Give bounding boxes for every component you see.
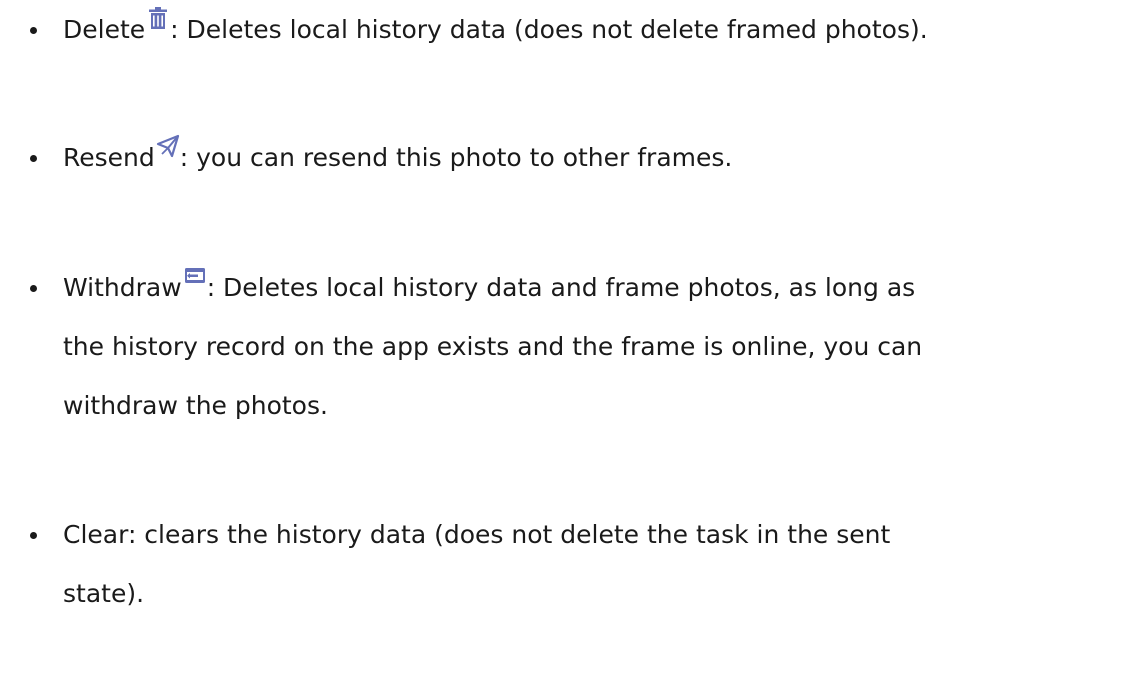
list-item-line: Clear: clears the history data (does not… bbox=[63, 520, 891, 549]
resend-description: : you can resend this photo to other fra… bbox=[179, 143, 733, 172]
bullet-dot bbox=[30, 27, 37, 34]
delete-description: : Deletes local history data (does not d… bbox=[170, 15, 928, 44]
withdraw-icon bbox=[183, 264, 207, 288]
list-item-line: Delete : Deletes local history data (doe… bbox=[63, 7, 928, 45]
trash-icon bbox=[146, 6, 170, 30]
bullet-dot bbox=[30, 532, 37, 539]
list-item-line: withdraw the photos. bbox=[63, 391, 328, 420]
list-item-line: state). bbox=[63, 579, 145, 608]
term-delete: Delete bbox=[63, 15, 146, 44]
list-item-line: Withdraw : Deletes local history data an… bbox=[63, 268, 916, 303]
term-resend: Resend bbox=[63, 143, 155, 172]
withdraw-description-line-1: : Deletes local history data and frame p… bbox=[206, 273, 916, 302]
bullet-dot bbox=[30, 285, 37, 292]
document-page: Delete : Deletes local history data (doe… bbox=[0, 0, 1123, 677]
list-item-line: Resend : you can resend this photo to ot… bbox=[63, 134, 733, 173]
paper-plane-icon bbox=[156, 134, 180, 158]
list-item-line: the history record on the app exists and… bbox=[63, 332, 923, 361]
term-withdraw: Withdraw bbox=[63, 273, 182, 302]
bullet-dot bbox=[30, 155, 37, 162]
